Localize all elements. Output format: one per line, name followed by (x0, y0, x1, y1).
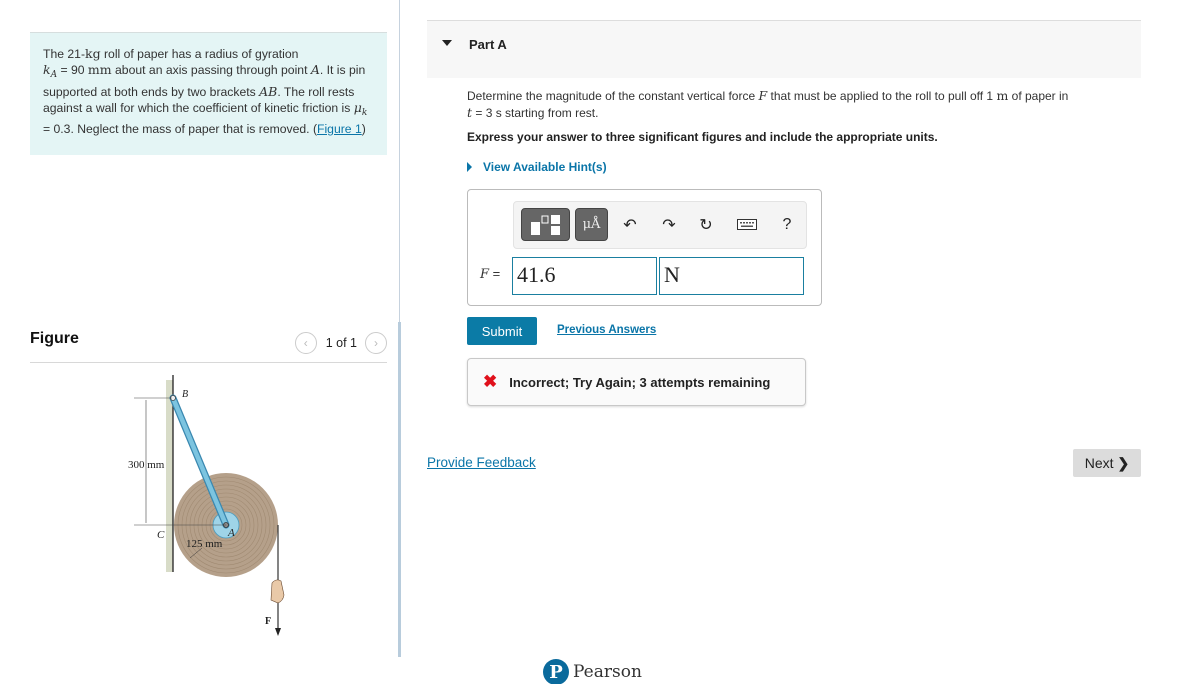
figure-link[interactable]: Figure 1 (317, 122, 362, 136)
label-f: F (265, 616, 271, 627)
provide-feedback-link[interactable]: Provide Feedback (427, 455, 536, 470)
question-text: Determine the magnitude of the constant … (467, 88, 1069, 120)
label-a: A (227, 527, 235, 539)
answer-variable-label: F = (480, 266, 501, 282)
feedback-text: Incorrect; Try Again; 3 attempts remaini… (509, 374, 771, 390)
answer-box: μÅ ↶ ↷ ↻ ? F = 41.6 N (467, 189, 822, 306)
reset-icon: ↻ (699, 216, 713, 234)
math-toolbar: μÅ ↶ ↷ ↻ ? (513, 201, 807, 249)
label-b: B (182, 389, 188, 400)
dim-300-label: 300 mm (128, 459, 165, 471)
redo-icon: ↷ (662, 216, 676, 234)
undo-button[interactable]: ↶ (618, 208, 642, 241)
wall-shade (166, 380, 173, 572)
incorrect-x-icon: ✖ (483, 372, 498, 391)
collapse-caret-icon (442, 40, 452, 46)
figure-title: Figure (30, 330, 79, 347)
label-c: C (157, 529, 165, 541)
feedback-message: ✖ Incorrect; Try Again; 3 attempts remai… (467, 358, 806, 406)
reset-button[interactable]: ↻ (694, 208, 718, 241)
templates-icon (530, 214, 560, 235)
dim-125-label: 125 mm (186, 538, 223, 550)
pearson-logo: P Pearson (543, 659, 642, 684)
answer-value-input[interactable]: 41.6 (512, 257, 657, 295)
pearson-p-icon: P (543, 659, 569, 684)
units-button[interactable]: μÅ (575, 208, 608, 241)
force-arrowhead (275, 628, 281, 636)
problem-statement: The 21-kg roll of paper has a radius of … (30, 32, 387, 155)
figure-pager: ‹ 1 of 1 › (294, 332, 387, 354)
next-figure-button[interactable]: › (365, 332, 387, 354)
templates-button[interactable] (521, 208, 570, 241)
caret-right-icon (467, 162, 472, 172)
hand (270, 579, 285, 604)
previous-answers-link[interactable]: Previous Answers (557, 324, 656, 336)
keyboard-icon (737, 219, 757, 230)
undo-icon: ↶ (623, 216, 637, 234)
figure-page-indicator: 1 of 1 (325, 336, 357, 350)
next-button[interactable]: Next ❯ (1073, 449, 1141, 477)
chevron-right-icon: ❯ (1117, 454, 1130, 471)
prev-figure-button[interactable]: ‹ (294, 332, 317, 354)
keyboard-button[interactable] (732, 208, 762, 241)
left-pane: The 21-kg roll of paper has a radius of … (0, 0, 400, 684)
answer-unit-input[interactable]: N (659, 257, 804, 295)
view-hints-toggle[interactable]: View Available Hint(s) (467, 160, 607, 174)
chevron-left-icon: ‹ (303, 336, 308, 350)
pane-divider (399, 0, 400, 322)
help-button[interactable]: ? (775, 208, 799, 241)
figure-header: Figure ‹ 1 of 1 › (30, 326, 387, 363)
chevron-right-icon: › (374, 336, 378, 350)
submit-button[interactable]: Submit (467, 317, 537, 345)
pane-resize-handle[interactable] (398, 322, 401, 657)
part-title: Part A (469, 37, 507, 52)
answer-instruction: Express your answer to three significant… (467, 130, 938, 144)
redo-button[interactable]: ↷ (657, 208, 681, 241)
figure-image: 300 mm B C A 125 mm F (128, 375, 285, 636)
part-a-header[interactable]: Part A (427, 20, 1141, 78)
